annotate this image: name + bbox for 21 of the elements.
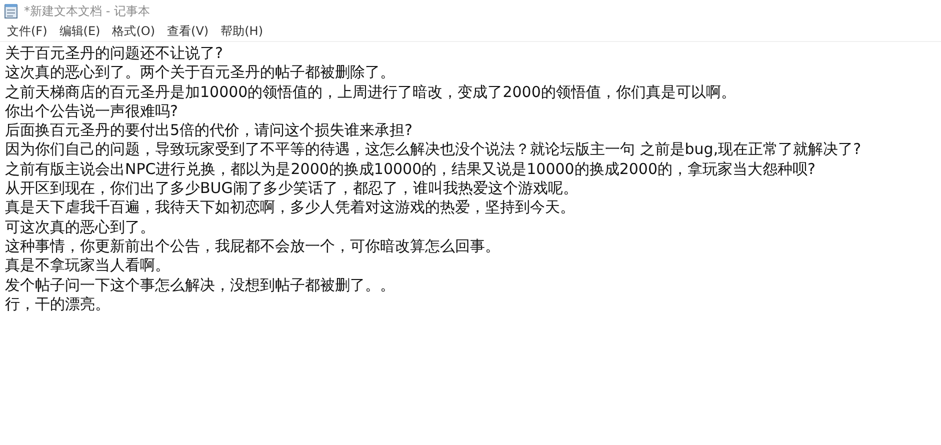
text-line: 因为你们自己的问题，导致玩家受到了不平等的待遇，这怎么解决也没个说法？就论坛版主一句 之前是bug,现在正常了就解决了? — [5, 140, 862, 160]
text-line: 真是天下虐我千百遍，我待天下如初恋啊，多少人凭着对这游戏的热爱，坚持到今天。 — [5, 198, 575, 218]
notepad-icon — [4, 3, 18, 19]
menu-item[interactable]: 文件(F) — [1, 23, 54, 40]
text-line: 这次真的恶心到了。两个关于百元圣丹的帖子都被删除了。 — [5, 63, 395, 83]
text-line: 从开区到现在，你们出了多少BUG闹了多少笑话了，都忍了，谁叫我热爱这个游戏呢。 — [5, 179, 578, 198]
text-line: 行，干的漂亮。 — [5, 294, 110, 314]
text-line: 关于百元圣丹的问题还不让说了? — [5, 44, 223, 64]
menu-item[interactable]: 查看(V) — [161, 23, 215, 40]
window-title: *新建文本文档 - 记事本 — [24, 2, 150, 20]
text-line: 真是不拿玩家当人看啊。 — [5, 256, 170, 276]
text-line: 发个帖子问一下这个事怎么解决，没想到帖子都被删了。。 — [5, 276, 395, 295]
text-line: 后面换百元圣丹的要付出5倍的代价，请问这个损失谁来承担? — [5, 121, 413, 140]
text-line: 你出个公告说一声很难吗? — [5, 102, 178, 122]
text-line: 之前有版主说会出NPC进行兑换，都以为是2000的换成10000的，结果又说是10000的换成2000的，拿玩家当大怨种呗? — [5, 160, 816, 180]
text-line: 之前天梯商店的百元圣丹是加10000的领悟值的，上周进行了暗改，变成了2000的领悟值，你们真是可以啊。 — [5, 82, 736, 102]
menu-item[interactable]: 帮助(H) — [214, 23, 269, 40]
text-line: 这种事情，你更新前出个公告，我屁都不会放一个，可你暗改算怎么回事。 — [5, 236, 500, 256]
menu-item[interactable]: 格式(O) — [106, 23, 162, 40]
menu-item[interactable]: 编辑(E) — [53, 23, 106, 40]
text-line: 可这次真的恶心到了。 — [5, 218, 155, 237]
